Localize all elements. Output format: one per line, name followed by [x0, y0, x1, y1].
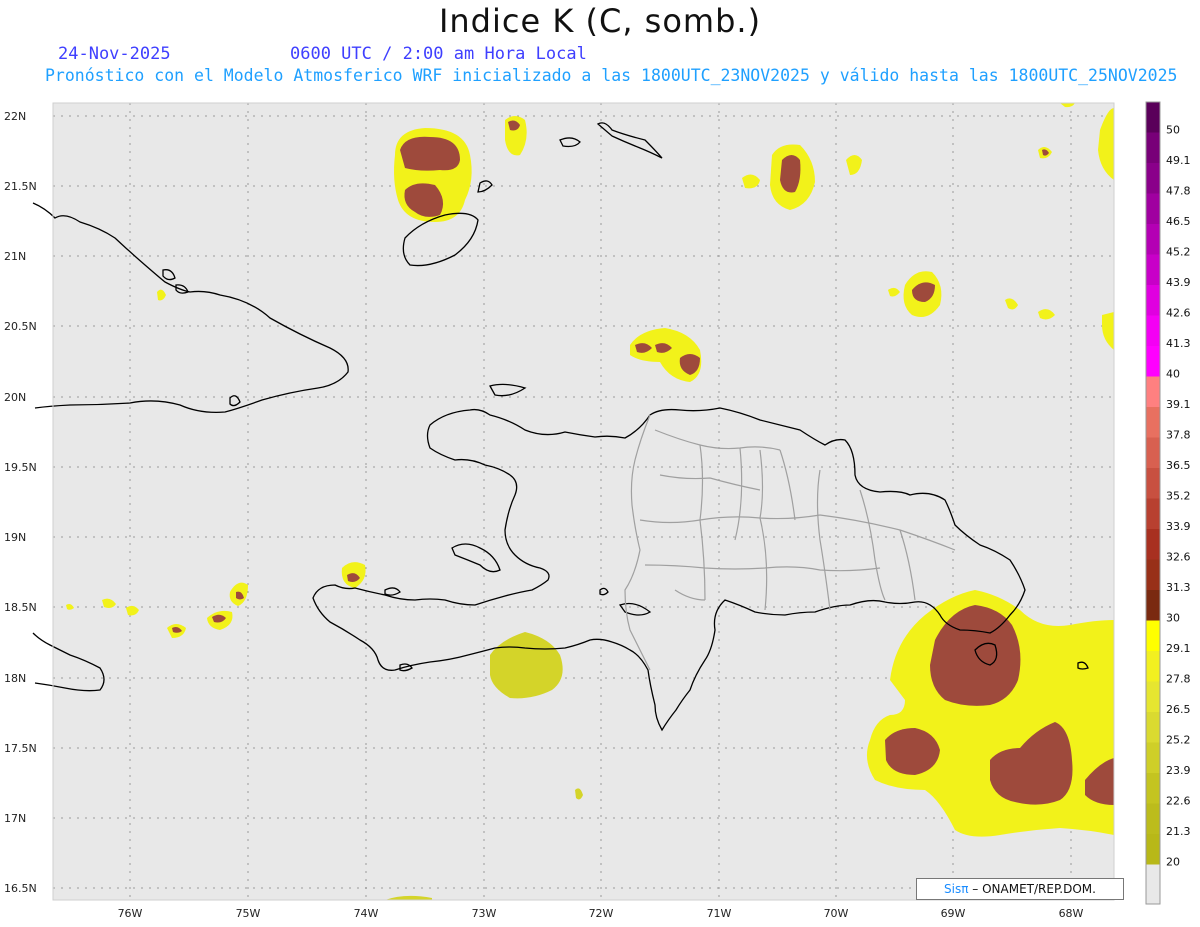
colorbar-swatch: [1146, 163, 1160, 194]
colorbar-swatch: [1146, 681, 1160, 712]
colorbar-swatch: [1146, 132, 1160, 163]
colorbar-label: 49.1: [1166, 154, 1191, 167]
colorbar-label: 27.8: [1166, 673, 1191, 686]
lat-label: 17.5N: [4, 742, 37, 755]
colorbar-label: 33.9: [1166, 520, 1191, 533]
lon-label: 72W: [589, 907, 614, 920]
lat-label: 20.5N: [4, 320, 37, 333]
colorbar-swatch: [1146, 437, 1160, 468]
colorbar-swatch: [1146, 285, 1160, 316]
colorbar-swatch: [1146, 742, 1160, 773]
colorbar-label: 35.2: [1166, 490, 1191, 503]
colorbar-swatch: [1146, 407, 1160, 438]
colorbar-label: 29.1: [1166, 642, 1191, 655]
lat-label: 18N: [4, 672, 26, 685]
colorbar-swatch: [1146, 590, 1160, 621]
colorbar-swatch: [1146, 254, 1160, 285]
colorbar-label: 30: [1166, 612, 1180, 625]
lon-label: 75W: [236, 907, 261, 920]
colorbar-label: 32.6: [1166, 551, 1191, 564]
colorbar-swatch: [1146, 834, 1160, 865]
colorbar-label: 36.5: [1166, 459, 1191, 472]
lat-label: 20N: [4, 391, 26, 404]
colorbar-label: 41.3: [1166, 337, 1191, 350]
colorbar-swatch-low: [1146, 864, 1160, 904]
colorbar-swatch: [1146, 315, 1160, 346]
colorbar-label: 39.1: [1166, 398, 1191, 411]
colorbar-label: 43.9: [1166, 276, 1191, 289]
colorbar: 50 49.1 47.8 46.5 45.2 43.9 42.6 41.3 40 39.1 37.8…: [1145, 101, 1191, 905]
colorbar-label: 26.5: [1166, 703, 1191, 716]
sispi-logo: Sisπ: [944, 882, 969, 896]
colorbar-label: 40: [1166, 368, 1180, 381]
colorbar-swatch: [1146, 712, 1160, 743]
colorbar-swatch: [1146, 620, 1160, 651]
lat-label: 21N: [4, 250, 26, 263]
map-figure: 22N 21.5N 21N 20.5N 20N 19.5N 19N 18.5N …: [4, 101, 1191, 920]
colorbar-swatch: [1146, 224, 1160, 255]
colorbar-label: 50: [1166, 124, 1180, 137]
credit-box: Sisπ – ONAMET/REP.DOM.: [916, 878, 1124, 900]
colorbar-swatch: [1146, 803, 1160, 834]
colorbar-swatch: [1146, 468, 1160, 499]
lat-labels: 22N 21.5N 21N 20.5N 20N 19.5N 19N 18.5N …: [4, 110, 37, 895]
colorbar-label: 37.8: [1166, 429, 1191, 442]
colorbar-label: 45.2: [1166, 246, 1191, 259]
colorbar-label: 47.8: [1166, 185, 1191, 198]
lon-label: 76W: [118, 907, 143, 920]
colorbar-swatch: [1146, 498, 1160, 529]
lon-label: 74W: [354, 907, 379, 920]
colorbar-swatch: [1146, 773, 1160, 804]
lon-label: 73W: [472, 907, 497, 920]
credit-text: – ONAMET/REP.DOM.: [968, 882, 1096, 896]
lat-label: 18.5N: [4, 601, 37, 614]
lat-label: 19N: [4, 531, 26, 544]
colorbar-label: 21.3: [1166, 825, 1191, 838]
cell-brown: [400, 136, 460, 171]
colorbar-swatch: [1146, 102, 1160, 133]
colorbar-label: 23.9: [1166, 764, 1191, 777]
colorbar-swatch: [1146, 376, 1160, 407]
colorbar-label: 20: [1166, 856, 1180, 869]
colorbar-label: 46.5: [1166, 215, 1191, 228]
colorbar-swatch: [1146, 529, 1160, 560]
colorbar-label: 25.2: [1166, 734, 1191, 747]
lon-label: 69W: [941, 907, 966, 920]
colorbar-swatch: [1146, 346, 1160, 377]
colorbar-swatch: [1146, 193, 1160, 224]
lon-labels: 76W 75W 74W 73W 72W 71W 70W 69W 68W: [118, 907, 1084, 920]
lat-label: 19.5N: [4, 461, 37, 474]
colorbar-label: 22.6: [1166, 795, 1191, 808]
lon-label: 71W: [707, 907, 732, 920]
lat-label: 22N: [4, 110, 26, 123]
colorbar-label: 42.6: [1166, 307, 1191, 320]
colorbar-swatch: [1146, 559, 1160, 590]
colorbar-label: 31.3: [1166, 581, 1191, 594]
colorbar-swatch: [1146, 651, 1160, 682]
cell-brown: [780, 155, 801, 193]
lat-label: 21.5N: [4, 180, 37, 193]
lat-label: 16.5N: [4, 882, 37, 895]
lon-label: 68W: [1059, 907, 1084, 920]
lon-label: 70W: [824, 907, 849, 920]
lat-label: 17N: [4, 812, 26, 825]
